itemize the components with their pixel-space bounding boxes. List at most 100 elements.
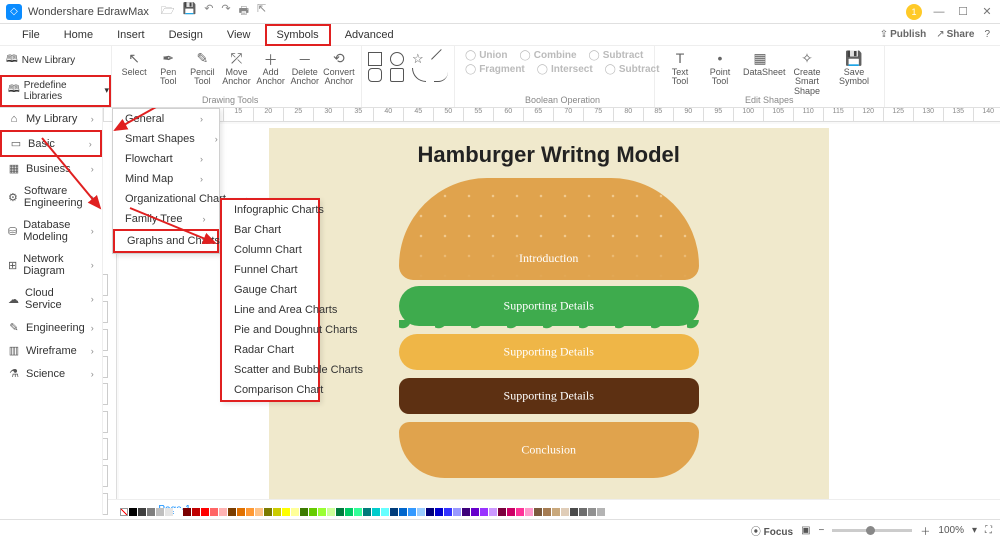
- print-icon[interactable]: 🖶: [239, 2, 249, 21]
- chart-type-infographic-charts[interactable]: Infographic Charts: [222, 200, 318, 220]
- color-swatch[interactable]: [435, 508, 443, 516]
- color-swatch[interactable]: [525, 508, 533, 516]
- fit-page[interactable]: ▣: [801, 525, 810, 536]
- chart-type-column-chart[interactable]: Column Chart: [222, 240, 318, 260]
- color-swatch[interactable]: [570, 508, 578, 516]
- color-swatch[interactable]: [372, 508, 380, 516]
- submenu-item-mind-map[interactable]: Mind Map›: [113, 169, 219, 189]
- burger-patty[interactable]: Supporting Details: [399, 378, 699, 414]
- color-swatch[interactable]: [498, 508, 506, 516]
- close-button[interactable]: ✕: [980, 5, 994, 18]
- open-icon[interactable]: 🗁: [161, 2, 175, 21]
- move-anchor-tool[interactable]: ⤱Move Anchor: [220, 50, 252, 87]
- burger-bun-bottom[interactable]: Conclusion: [399, 422, 699, 478]
- redo-icon[interactable]: ↷: [221, 2, 230, 21]
- sidebar-item-database-modeling[interactable]: ⛁Database Modeling›: [0, 214, 102, 248]
- color-swatch[interactable]: [516, 508, 524, 516]
- color-swatch[interactable]: [363, 508, 371, 516]
- minimize-button[interactable]: —: [932, 6, 946, 18]
- shape-polygon[interactable]: [390, 68, 404, 82]
- chart-type-bar-chart[interactable]: Bar Chart: [222, 220, 318, 240]
- chart-type-comparison-chart[interactable]: Comparison Chart: [222, 380, 318, 400]
- pen-tool[interactable]: ✒Pen Tool: [152, 50, 184, 87]
- fullscreen-button[interactable]: ⛶: [985, 525, 992, 536]
- sidebar-item-science[interactable]: ⚗Science›: [0, 362, 102, 385]
- zoom-in[interactable]: ＋: [920, 523, 930, 538]
- color-swatch[interactable]: [246, 508, 254, 516]
- color-swatch[interactable]: [507, 508, 515, 516]
- save-icon[interactable]: 💾: [183, 2, 197, 21]
- menu-insert[interactable]: Insert: [107, 26, 155, 44]
- help-icon[interactable]: ?: [984, 29, 990, 40]
- chart-type-scatter-and-bubble-charts[interactable]: Scatter and Bubble Charts: [222, 360, 318, 380]
- color-swatch[interactable]: [327, 508, 335, 516]
- color-swatch[interactable]: [543, 508, 551, 516]
- shape-star[interactable]: ☆: [412, 52, 426, 66]
- chart-type-line-and-area-charts[interactable]: Line and Area Charts: [222, 300, 318, 320]
- color-swatch[interactable]: [597, 508, 605, 516]
- color-swatch[interactable]: [309, 508, 317, 516]
- sidebar-item-network-diagram[interactable]: ⊞Network Diagram›: [0, 248, 102, 282]
- zoom-out[interactable]: −: [819, 525, 825, 536]
- menu-home[interactable]: Home: [54, 26, 103, 44]
- shape-square[interactable]: [368, 52, 382, 66]
- zoom-slider[interactable]: [832, 529, 912, 532]
- color-swatch[interactable]: [336, 508, 344, 516]
- color-swatch[interactable]: [453, 508, 461, 516]
- color-swatch[interactable]: [282, 508, 290, 516]
- color-swatch[interactable]: [201, 508, 209, 516]
- add-anchor-tool[interactable]: ＋Add Anchor: [255, 50, 287, 87]
- shape-arc[interactable]: [412, 68, 426, 82]
- export-icon[interactable]: ⇱: [257, 2, 266, 21]
- shape-circle[interactable]: [390, 52, 404, 66]
- sidebar-item-my-library[interactable]: ⌂My Library›: [0, 108, 102, 130]
- color-swatch[interactable]: [354, 508, 362, 516]
- sidebar-item-engineering[interactable]: ✎Engineering›: [0, 316, 102, 339]
- submenu-item-organizational-chart[interactable]: Organizational Chart›: [113, 189, 219, 209]
- shape-line[interactable]: [431, 49, 451, 69]
- color-swatch[interactable]: [237, 508, 245, 516]
- submenu-item-family-tree[interactable]: Family Tree›: [113, 209, 219, 229]
- menu-file[interactable]: File: [12, 26, 50, 44]
- focus-toggle[interactable]: ⦿ Focus: [751, 523, 793, 538]
- menu-view[interactable]: View: [217, 26, 261, 44]
- shape-rounded[interactable]: [368, 68, 382, 82]
- undo-icon[interactable]: ↶: [204, 2, 213, 21]
- color-swatch[interactable]: [534, 508, 542, 516]
- submenu-item-graphs-and-charts[interactable]: Graphs and Charts›: [113, 229, 219, 253]
- sidebar-item-wireframe[interactable]: ▥Wireframe›: [0, 339, 102, 362]
- color-swatch[interactable]: [210, 508, 218, 516]
- color-swatch[interactable]: [579, 508, 587, 516]
- pencil-tool[interactable]: ✎Pencil Tool: [186, 50, 218, 87]
- select-tool[interactable]: ↖Select: [118, 50, 150, 77]
- chart-type-funnel-chart[interactable]: Funnel Chart: [222, 260, 318, 280]
- color-swatch[interactable]: [273, 508, 281, 516]
- burger-cheese[interactable]: Supporting Details: [399, 334, 699, 370]
- color-swatch[interactable]: [399, 508, 407, 516]
- color-swatch[interactable]: [417, 508, 425, 516]
- color-swatch[interactable]: [192, 508, 200, 516]
- color-swatch[interactable]: [156, 508, 164, 516]
- user-avatar[interactable]: 1: [906, 4, 922, 20]
- color-swatch[interactable]: [471, 508, 479, 516]
- sidebar-item-cloud-service[interactable]: ☁Cloud Service›: [0, 282, 102, 316]
- sidebar-item-software-engineering[interactable]: ⚙Software Engineering›: [0, 180, 102, 214]
- menu-advanced[interactable]: Advanced: [335, 26, 404, 44]
- color-swatch[interactable]: [174, 508, 182, 516]
- color-swatch[interactable]: [318, 508, 326, 516]
- shape-curve[interactable]: [434, 68, 448, 82]
- color-swatch[interactable]: [381, 508, 389, 516]
- color-swatch[interactable]: [219, 508, 227, 516]
- color-swatch[interactable]: [462, 508, 470, 516]
- publish-button[interactable]: ⇪ Publish: [880, 29, 927, 40]
- color-swatch[interactable]: [408, 508, 416, 516]
- color-swatch[interactable]: [183, 508, 191, 516]
- color-swatch[interactable]: [291, 508, 299, 516]
- convert-anchor-tool[interactable]: ⟲Convert Anchor: [323, 50, 355, 87]
- predefine-libraries-button[interactable]: 🕮Predefine Libraries▾: [0, 75, 111, 108]
- sidebar-item-business[interactable]: ▦Business›: [0, 157, 102, 180]
- new-library-button[interactable]: 🕮New Library: [0, 46, 111, 75]
- color-swatch[interactable]: [129, 508, 137, 516]
- zoom-dropdown[interactable]: ▾: [972, 525, 977, 536]
- color-swatch[interactable]: [480, 508, 488, 516]
